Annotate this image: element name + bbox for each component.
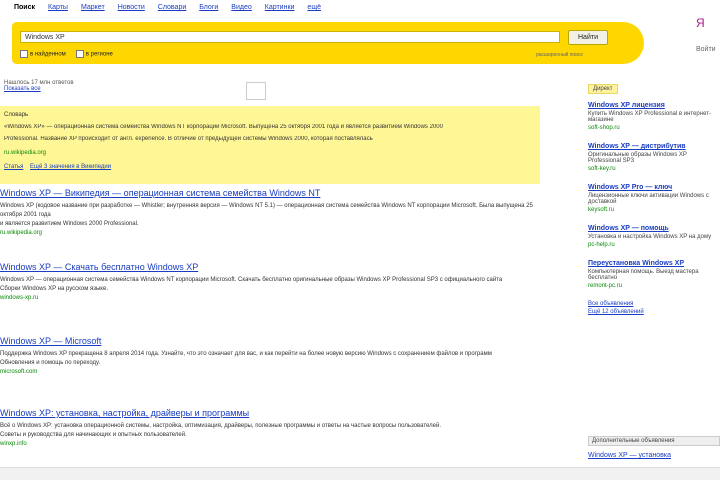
search-band: Windows XP Найти в найденном в регионе р… xyxy=(12,22,644,64)
nav-item-search: Поиск xyxy=(14,4,36,11)
ads-block-2-header: Дополнительные объявления xyxy=(588,436,720,446)
nav-item-images[interactable]: Картинки xyxy=(265,4,295,11)
result-title[interactable]: Windows XP — Википедия — операционная си… xyxy=(0,188,540,198)
option-in-found[interactable]: в найденном xyxy=(20,50,66,58)
nav-item-maps[interactable]: Карты xyxy=(48,4,68,11)
ad-snippet: Оригинальные образы Windows XP Professio… xyxy=(588,152,687,164)
ad-url[interactable]: keysoft.ru xyxy=(588,207,720,213)
all-ads-link[interactable]: Все объявления xyxy=(588,301,720,307)
ad-title[interactable]: Windows XP — дистрибутив xyxy=(588,143,720,150)
result-snippet: Советы и руководства для начинающих и оп… xyxy=(0,432,187,438)
ad-title[interactable]: Переустановка Windows XP xyxy=(588,260,720,267)
result-title[interactable]: Windows XP — Скачать бесплатно Windows X… xyxy=(0,262,540,272)
wizard-link-more[interactable]: Ещё 3 значения в Википедии xyxy=(30,164,111,170)
result-title[interactable]: Windows XP: установка, настройка, драйве… xyxy=(0,408,540,418)
result-item: Windows XP — Википедия — операционная си… xyxy=(0,188,540,238)
ad-item: Windows XP — дистрибутив Оригинальные об… xyxy=(588,143,720,172)
result-url[interactable]: ru.wikipedia.org xyxy=(0,229,540,238)
stats-box xyxy=(246,82,266,100)
ads-header: Директ xyxy=(588,84,618,94)
result-url[interactable]: microsoft.com xyxy=(0,368,540,377)
top-nav: Поиск Карты Маркет Новости Словари Блоги… xyxy=(14,4,334,11)
option-in-region[interactable]: в регионе xyxy=(75,50,113,58)
search-input[interactable]: Windows XP xyxy=(20,31,560,43)
ad-title[interactable]: Windows XP — установка xyxy=(588,452,720,459)
wizard-line1: «Windows XP» — операционная система семе… xyxy=(4,124,443,130)
wizard-url[interactable]: ru.wikipedia.org xyxy=(4,150,46,156)
nav-item-dictionaries[interactable]: Словари xyxy=(158,4,186,11)
ads-block-2: Дополнительные объявления Windows XP — у… xyxy=(588,436,720,459)
ad-url[interactable]: soft-key.ru xyxy=(588,166,720,172)
wizard-block: Словарь «Windows XP» — операционная сист… xyxy=(0,106,540,184)
result-title[interactable]: Windows XP — Microsoft xyxy=(0,336,540,346)
ad-title[interactable]: Windows XP — помощь xyxy=(588,225,720,232)
checkbox-icon xyxy=(20,50,28,58)
ad-snippet: Установка и настройка Windows XP на дому xyxy=(588,234,712,240)
ad-snippet: Лицензионные ключи активации Windows с д… xyxy=(588,193,709,205)
advanced-search-link[interactable]: расширенный поиск xyxy=(536,52,583,58)
wizard-line2: Professional. Название XP происходит от … xyxy=(4,136,373,142)
ad-snippet: Компьютерная помощь. Выезд мастера беспл… xyxy=(588,269,699,281)
result-snippet: Windows XP — операционная система семейс… xyxy=(0,277,503,283)
nav-item-video[interactable]: Видео xyxy=(231,4,251,11)
result-url[interactable]: windows-xp.ru xyxy=(0,294,540,303)
nav-item-news[interactable]: Новости xyxy=(118,4,145,11)
login-link[interactable]: Войти xyxy=(696,46,716,53)
more-ads-link[interactable]: Ещё 12 объявлений xyxy=(588,309,720,315)
ads-column: Директ Windows XP лицензия Купить Window… xyxy=(588,84,720,315)
show-all-link[interactable]: Показать все xyxy=(4,86,264,92)
result-url[interactable]: winxp.info xyxy=(0,440,540,449)
nav-item-blogs[interactable]: Блоги xyxy=(199,4,218,11)
logo[interactable]: Я xyxy=(696,16,705,30)
wizard-label: Словарь xyxy=(4,112,29,118)
search-options: в найденном в регионе xyxy=(20,50,113,58)
ad-url[interactable]: soft-shop.ru xyxy=(588,125,720,131)
ad-item: Переустановка Windows XP Компьютерная по… xyxy=(588,260,720,289)
result-item: Windows XP: установка, настройка, драйве… xyxy=(0,408,540,449)
checkbox-icon xyxy=(75,50,84,58)
result-snippet: и является развитием Windows 2000 Profes… xyxy=(0,221,139,227)
result-snippet: Поддержка Windows XP прекращена 8 апреля… xyxy=(0,351,492,357)
result-snippet: Windows XP (кодовое название при разрабо… xyxy=(0,203,533,218)
ad-title[interactable]: Windows XP лицензия xyxy=(588,102,720,109)
ad-item: Windows XP — помощь Установка и настройк… xyxy=(588,225,720,248)
bottom-bar xyxy=(0,467,720,480)
result-snippet: Сборки Windows XP на русском языке. xyxy=(0,286,109,292)
wizard-link-article[interactable]: Статья xyxy=(4,164,23,170)
ad-title[interactable]: Windows XP Pro — ключ xyxy=(588,184,720,191)
result-stats: Нашлось 17 млн ответов Показать все xyxy=(4,80,264,92)
ad-snippet: Купить Windows XP Professional в интерне… xyxy=(588,111,711,123)
nav-item-more[interactable]: ещё xyxy=(307,4,321,11)
result-snippet: Всё о Windows XP: установка операционной… xyxy=(0,423,442,429)
ad-item: Windows XP лицензия Купить Windows XP Pr… xyxy=(588,102,720,131)
result-item: Windows XP — Скачать бесплатно Windows X… xyxy=(0,262,540,303)
ad-item: Windows XP Pro — ключ Лицензионные ключи… xyxy=(588,184,720,213)
result-snippet: Обновления и помощь по переходу. xyxy=(0,360,101,366)
search-button[interactable]: Найти xyxy=(568,30,608,45)
ad-url[interactable]: pc-help.ru xyxy=(588,242,720,248)
ad-url[interactable]: remont-pc.ru xyxy=(588,283,720,289)
result-item: Windows XP — Microsoft Поддержка Windows… xyxy=(0,336,540,377)
nav-item-market[interactable]: Маркет xyxy=(81,4,105,11)
